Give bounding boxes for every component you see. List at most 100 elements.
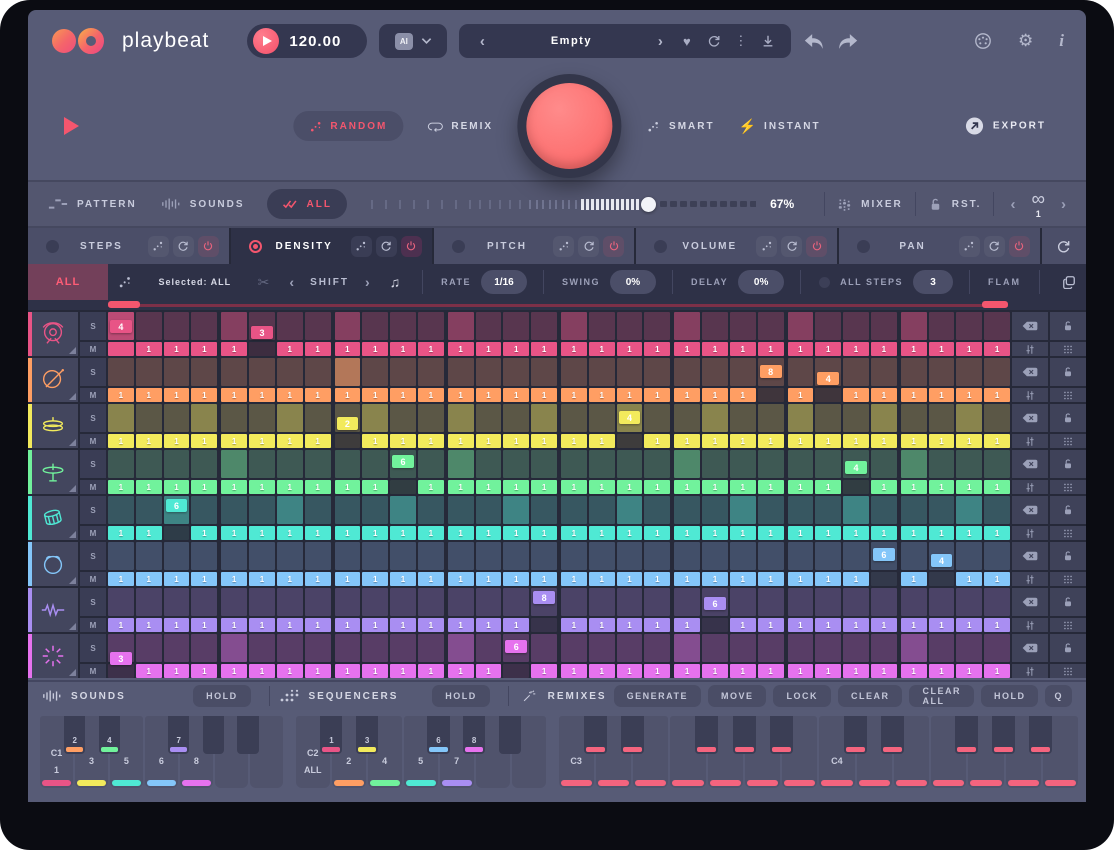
density-cell[interactable]: 1	[758, 434, 784, 448]
step-cell[interactable]	[390, 634, 416, 662]
density-cell[interactable]: 1	[730, 480, 756, 494]
tab-density[interactable]: DENSITY	[231, 228, 432, 264]
density-cell[interactable]: 1	[674, 342, 700, 356]
tab-power-icon[interactable]	[198, 236, 219, 257]
track-lock-button[interactable]	[1050, 634, 1086, 662]
density-cell[interactable]: 1	[448, 342, 474, 356]
step-cell[interactable]	[617, 634, 643, 662]
tab-radio[interactable]	[857, 240, 870, 253]
step-cell[interactable]	[644, 404, 670, 432]
tab-power-icon[interactable]	[1009, 236, 1030, 257]
density-cell[interactable]: 1	[418, 388, 444, 402]
density-cell[interactable]: 1	[702, 388, 728, 402]
all-steps-radio[interactable]	[819, 277, 830, 288]
density-cell[interactable]: 1	[305, 480, 331, 494]
step-cell[interactable]	[221, 496, 247, 524]
density-cell[interactable]: 1	[929, 526, 955, 540]
piano-key-black[interactable]	[881, 716, 904, 754]
step-cell[interactable]	[277, 312, 303, 340]
piano-key-black[interactable]	[695, 716, 718, 754]
lock-button[interactable]: LOCK	[773, 685, 831, 707]
step-cell[interactable]	[249, 450, 275, 478]
track-clear-button[interactable]	[1012, 404, 1048, 432]
step-cell[interactable]	[476, 404, 502, 432]
density-cell[interactable]: 1	[418, 526, 444, 540]
track-steps-button[interactable]	[1050, 618, 1086, 632]
density-cell[interactable]: 1	[617, 526, 643, 540]
step-cell[interactable]	[617, 312, 643, 340]
step-cell[interactable]	[561, 634, 587, 662]
density-cell[interactable]: 1	[871, 388, 897, 402]
density-cell[interactable]: 1	[589, 572, 615, 586]
export-button[interactable]: EXPORT	[965, 117, 1046, 136]
density-cell[interactable]: 1	[758, 572, 784, 586]
density-cell[interactable]: 1	[674, 572, 700, 586]
mute-row-label[interactable]: M	[80, 480, 106, 494]
density-cell[interactable]: 1	[956, 342, 982, 356]
density-cell[interactable]: 1	[164, 342, 190, 356]
step-cell[interactable]	[956, 588, 982, 616]
density-cell[interactable]: 1	[448, 572, 474, 586]
density-cell[interactable]: 1	[730, 388, 756, 402]
piano-key-black[interactable]	[770, 716, 793, 754]
step-cell[interactable]	[929, 588, 955, 616]
position-track[interactable]	[108, 300, 1008, 310]
step-cell[interactable]	[390, 496, 416, 524]
steps-row-label[interactable]: S	[80, 588, 106, 616]
tab-radio[interactable]	[654, 240, 667, 253]
density-cell[interactable]: 1	[476, 526, 502, 540]
step-cell[interactable]	[418, 496, 444, 524]
step-cell[interactable]	[617, 542, 643, 570]
density-cell[interactable]: 1	[843, 342, 869, 356]
step-cell[interactable]	[418, 542, 444, 570]
track-mixer-button[interactable]	[1012, 342, 1048, 356]
tab-radio[interactable]	[46, 240, 59, 253]
step-cell[interactable]	[929, 358, 955, 386]
piano-key-black[interactable]	[584, 716, 607, 754]
density-cell[interactable]: 1	[758, 618, 784, 632]
step-cell[interactable]	[901, 542, 927, 570]
density-cell[interactable]: 1	[191, 572, 217, 586]
step-cell[interactable]	[871, 450, 897, 478]
step-cell[interactable]	[108, 358, 134, 386]
step-cell[interactable]	[191, 404, 217, 432]
step-cell[interactable]	[702, 404, 728, 432]
track-lock-button[interactable]	[1050, 496, 1086, 524]
step-cell[interactable]	[476, 312, 502, 340]
step-cell[interactable]: 3	[249, 312, 275, 340]
step-cell[interactable]	[164, 312, 190, 340]
density-cell[interactable]: 1	[956, 572, 982, 586]
density-cell[interactable]: 1	[758, 342, 784, 356]
step-cell[interactable]	[531, 312, 557, 340]
step-cell[interactable]	[956, 634, 982, 662]
step-cell[interactable]	[871, 358, 897, 386]
density-cell[interactable]	[108, 342, 134, 356]
step-cell[interactable]	[901, 358, 927, 386]
step-cell[interactable]	[589, 634, 615, 662]
more-options-icon[interactable]: ⋮	[727, 33, 754, 49]
step-cell[interactable]	[644, 634, 670, 662]
track-mixer-button[interactable]	[1012, 526, 1048, 540]
step-cell[interactable]	[644, 358, 670, 386]
step-cell[interactable]	[561, 450, 587, 478]
step-cell[interactable]	[362, 588, 388, 616]
density-cell[interactable]: 1	[589, 388, 615, 402]
q-button[interactable]: Q	[1045, 685, 1072, 707]
step-cell[interactable]	[390, 404, 416, 432]
step-cell[interactable]	[815, 450, 841, 478]
density-cell[interactable]: 1	[277, 572, 303, 586]
step-cell[interactable]	[136, 588, 162, 616]
density-cell[interactable]: 1	[362, 526, 388, 540]
track-lock-button[interactable]	[1050, 312, 1086, 340]
step-cell[interactable]	[674, 542, 700, 570]
step-cell[interactable]	[221, 312, 247, 340]
density-cell[interactable]: 1	[191, 342, 217, 356]
delay-value[interactable]: 0%	[738, 270, 784, 294]
density-cell[interactable]: 1	[561, 388, 587, 402]
density-cell[interactable]: 1	[644, 526, 670, 540]
density-cell[interactable]: 1	[221, 434, 247, 448]
density-cell[interactable]: 1	[871, 434, 897, 448]
steps-row-label[interactable]: S	[80, 450, 106, 478]
density-cell[interactable]: 1	[674, 480, 700, 494]
density-cell[interactable]: 1	[476, 618, 502, 632]
